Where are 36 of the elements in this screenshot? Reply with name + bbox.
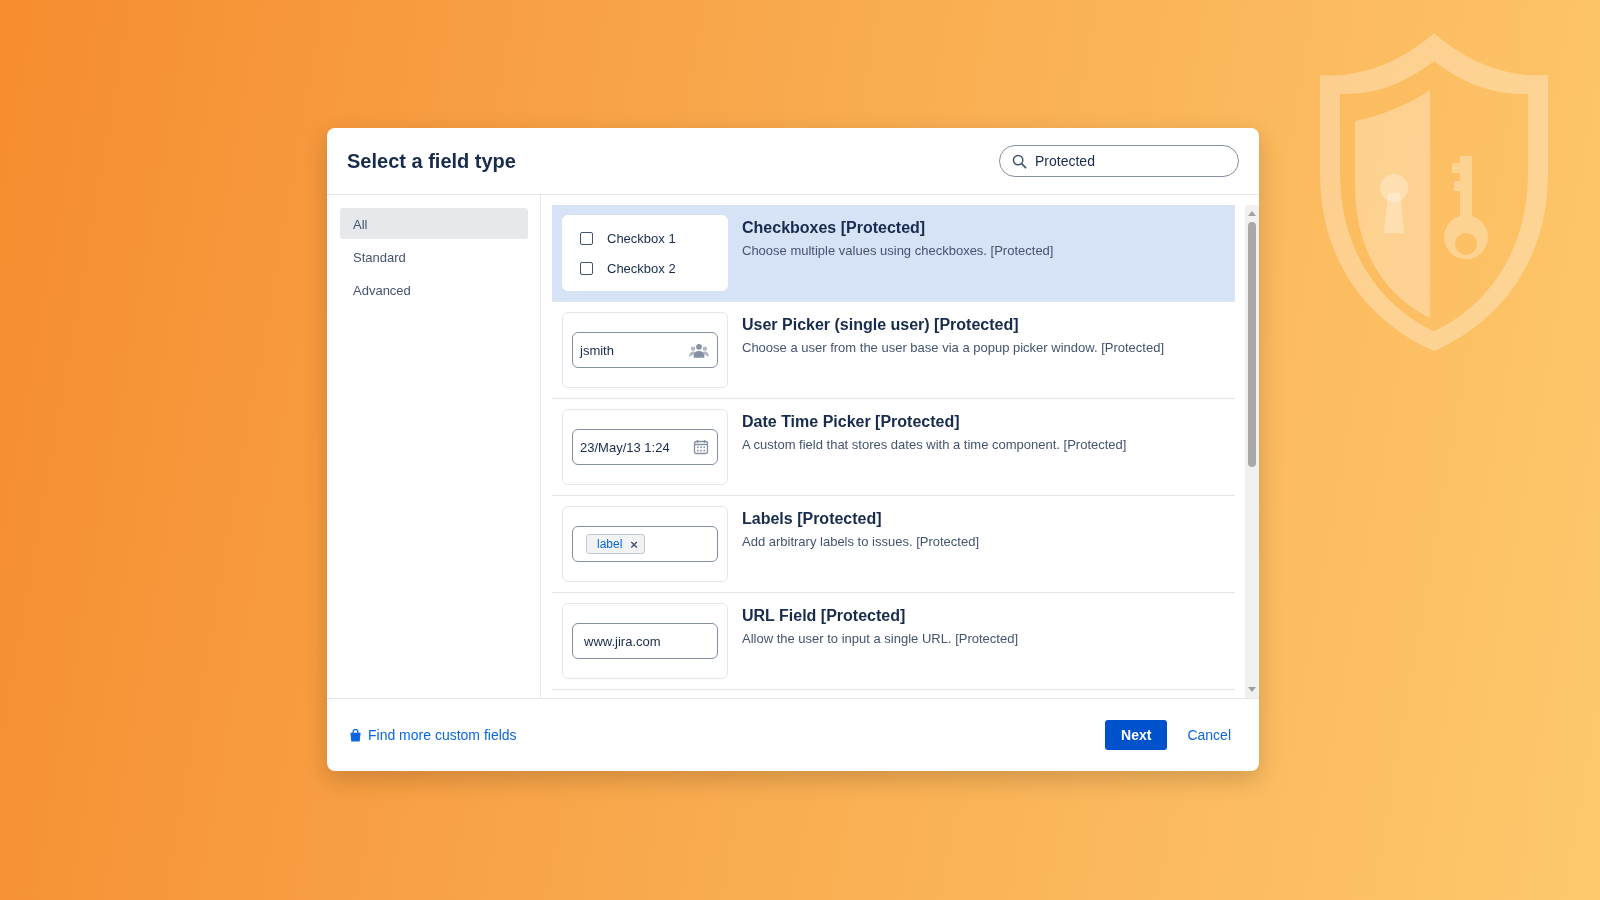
field-type-description: Add arbitrary labels to issues. [Protected] <box>742 534 979 549</box>
field-type-row[interactable]: jsmith User Picker (single user) [Protected] Choose a user from the user base via a popup picker window. [Protected] <box>552 302 1235 399</box>
users-icon <box>689 342 709 358</box>
checkbox-label: Checkbox 1 <box>607 230 676 246</box>
field-type-title: Checkboxes [Protected] <box>742 219 927 237</box>
shopping-bag-icon <box>349 728 362 742</box>
field-type-description: Allow the user to input a single URL. [Protected] <box>742 631 1019 646</box>
scrollbar[interactable] <box>1245 205 1259 698</box>
next-button[interactable]: Next <box>1105 720 1168 750</box>
calendar-icon <box>693 439 709 455</box>
sidebar-item[interactable]: All <box>340 208 528 239</box>
find-more-link[interactable]: Find more custom fields <box>349 727 517 743</box>
field-type-row[interactable]: Checkbox 1 Checkbox 2 Checkboxes [Protected] Choose multiple values using checkboxes. [Protected] <box>552 205 1235 302</box>
sidebar-item[interactable]: Standard <box>340 241 528 272</box>
field-type-row[interactable]: www.jira.com URL Field [Protected] Allow the user to input a single URL. [Protected] <box>552 593 1235 690</box>
field-value: www.jira.com <box>584 633 661 649</box>
field-type-row[interactable]: label × Labels [Protected] Add arbitrary labels to issues. [Protected] <box>552 496 1235 593</box>
remove-icon[interactable]: × <box>630 537 638 551</box>
checkbox[interactable] <box>580 261 593 275</box>
dialog-title: Select a field type <box>347 149 516 173</box>
search-icon <box>1012 153 1027 169</box>
field-type-description: A custom field that stores dates with a time component. [Protected] <box>742 437 1127 452</box>
field-type-title: User Picker (single user) [Protected] <box>742 316 1020 334</box>
field-value: 23/May/13 1:24 <box>580 439 670 455</box>
checkbox-label: Checkbox 2 <box>607 260 676 276</box>
field-type-title: Date Time Picker [Protected] <box>742 413 961 431</box>
field-type-description: Choose multiple values using checkboxes. [Protected] <box>742 243 1054 258</box>
field-value: jsmith <box>580 342 614 358</box>
field-type-row[interactable]: 23/May/13 1:24 Date Time Picker [Protected] A custom field that stores dates with a time component. [Protected] <box>552 399 1235 496</box>
field-type-description: Choose a user from the user base via a popup picker window. [Protected] <box>742 340 1164 355</box>
tag-text: label <box>597 537 623 551</box>
field-type-title: Labels [Protected] <box>742 510 883 528</box>
field-type-title: URL Field [Protected] <box>742 607 907 625</box>
sidebar-item[interactable]: Advanced <box>340 274 528 305</box>
cancel-button[interactable]: Cancel <box>1179 720 1239 750</box>
checkbox[interactable] <box>580 231 593 245</box>
